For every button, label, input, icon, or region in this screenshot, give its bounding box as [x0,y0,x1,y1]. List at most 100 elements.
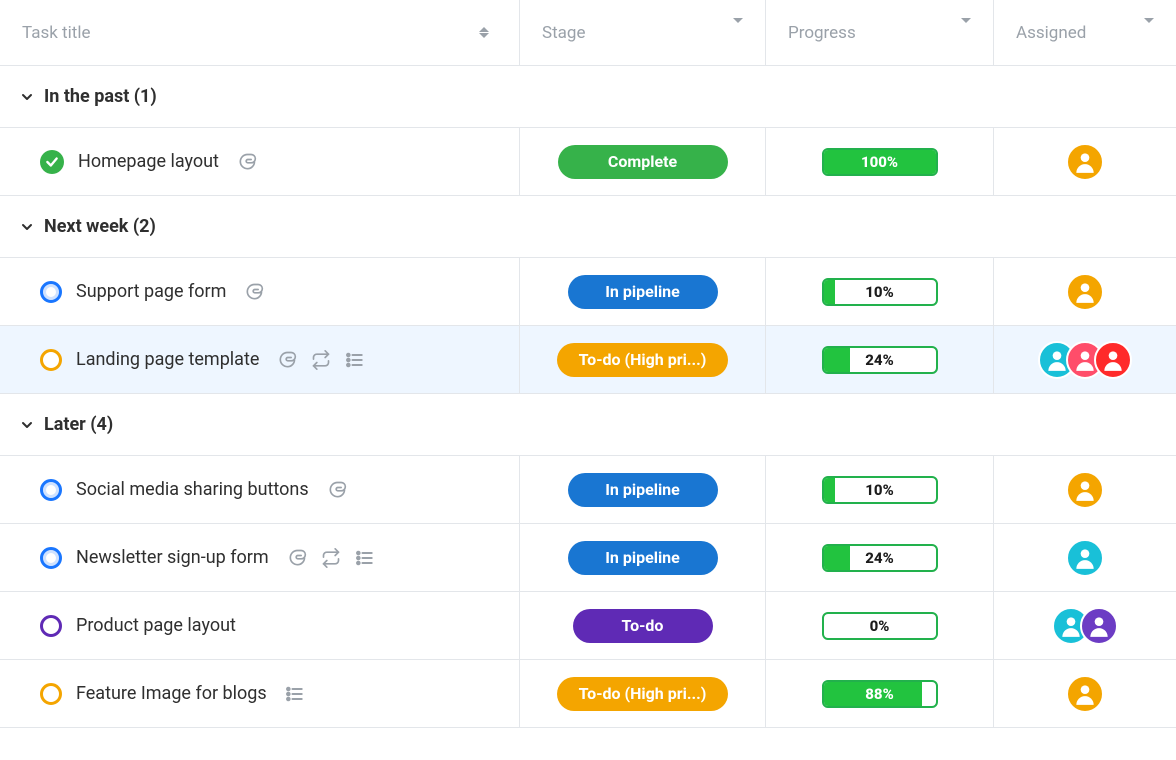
column-header-label: Progress [788,23,961,43]
progress-cell[interactable]: 88% [766,660,994,728]
progress-cell[interactable]: 24% [766,524,994,592]
status-circle[interactable] [40,615,62,637]
stage-cell[interactable]: In pipeline [520,258,766,326]
group-label: Next week (2) [44,216,156,237]
task-meta-icons [327,480,347,500]
attachment-icon[interactable] [237,152,257,172]
status-circle[interactable] [40,547,62,569]
progress-bar: 100% [822,148,938,176]
assigned-cell[interactable] [994,524,1176,592]
column-header-title[interactable]: Task title [0,0,520,66]
task-title: Newsletter sign-up form [76,547,269,568]
progress-bar: 24% [822,544,938,572]
avatar[interactable] [1066,273,1104,311]
dropdown-icon[interactable] [961,23,971,43]
avatar-group [1066,539,1104,577]
avatar[interactable] [1094,341,1132,379]
status-circle[interactable] [40,479,62,501]
recurring-icon[interactable] [321,548,341,568]
avatar[interactable] [1066,471,1104,509]
progress-value: 24% [824,348,936,372]
column-header-assigned[interactable]: Assigned [994,0,1176,66]
attachment-icon[interactable] [287,548,307,568]
avatar-group [1066,675,1104,713]
progress-cell[interactable]: 10% [766,456,994,524]
progress-value: 100% [824,150,936,174]
stage-cell[interactable]: In pipeline [520,456,766,524]
list-icon[interactable] [355,548,375,568]
progress-bar: 24% [822,346,938,374]
group-header-nextweek[interactable]: Next week (2) [0,196,1176,258]
column-header-stage[interactable]: Stage [520,0,766,66]
assigned-cell[interactable] [994,456,1176,524]
group-label: Later (4) [44,414,113,435]
task-title: Product page layout [76,615,236,636]
task-meta-icons [287,548,375,568]
avatar[interactable] [1066,675,1104,713]
dropdown-icon[interactable] [733,23,743,43]
task-title-cell[interactable]: Support page form [0,258,520,326]
group-header-later[interactable]: Later (4) [0,394,1176,456]
list-icon[interactable] [285,684,305,704]
assigned-cell[interactable] [994,592,1176,660]
assigned-cell[interactable] [994,128,1176,196]
column-header-label: Task title [22,23,479,43]
task-meta-icons [244,282,264,302]
dropdown-icon[interactable] [1144,23,1154,43]
assigned-cell[interactable] [994,326,1176,394]
stage-cell[interactable]: Complete [520,128,766,196]
attachment-icon[interactable] [244,282,264,302]
column-header-label: Assigned [1016,23,1144,43]
avatar-group [1052,607,1118,645]
task-title-cell[interactable]: Social media sharing buttons [0,456,520,524]
stage-cell[interactable]: To-do (High pri...) [520,660,766,728]
progress-value: 10% [824,478,936,502]
stage-pill[interactable]: In pipeline [568,473,718,507]
attachment-icon[interactable] [327,480,347,500]
avatar[interactable] [1080,607,1118,645]
stage-pill[interactable]: To-do (High pri...) [557,343,729,377]
avatar-group [1066,143,1104,181]
assigned-cell[interactable] [994,660,1176,728]
task-title-cell[interactable]: Feature Image for blogs [0,660,520,728]
status-circle[interactable] [40,281,62,303]
status-circle[interactable] [40,349,62,371]
stage-cell[interactable]: In pipeline [520,524,766,592]
progress-cell[interactable]: 10% [766,258,994,326]
avatar[interactable] [1066,143,1104,181]
stage-cell[interactable]: To-do [520,592,766,660]
progress-cell[interactable]: 100% [766,128,994,196]
task-meta-icons [277,350,365,370]
attachment-icon[interactable] [277,350,297,370]
recurring-icon[interactable] [311,350,331,370]
stage-pill[interactable]: In pipeline [568,541,718,575]
chevron-down-icon [16,414,38,436]
column-header-progress[interactable]: Progress [766,0,994,66]
list-icon[interactable] [345,350,365,370]
status-complete-icon[interactable] [40,150,64,174]
progress-cell[interactable]: 0% [766,592,994,660]
task-title: Homepage layout [78,151,219,172]
stage-pill[interactable]: To-do (High pri...) [557,677,729,711]
group-header-past[interactable]: In the past (1) [0,66,1176,128]
task-title-cell[interactable]: Newsletter sign-up form [0,524,520,592]
task-title-cell[interactable]: Homepage layout [0,128,520,196]
progress-value: 10% [824,280,936,304]
task-title-cell[interactable]: Product page layout [0,592,520,660]
progress-cell[interactable]: 24% [766,326,994,394]
task-title: Support page form [76,281,226,302]
sort-icon[interactable] [479,27,489,38]
progress-bar: 88% [822,680,938,708]
chevron-down-icon [16,86,38,108]
task-title-cell[interactable]: Landing page template [0,326,520,394]
avatar[interactable] [1066,539,1104,577]
assigned-cell[interactable] [994,258,1176,326]
group-label: In the past (1) [44,86,157,107]
status-circle[interactable] [40,683,62,705]
progress-bar: 0% [822,612,938,640]
stage-pill[interactable]: In pipeline [568,275,718,309]
progress-bar: 10% [822,278,938,306]
stage-pill[interactable]: Complete [558,145,728,179]
stage-cell[interactable]: To-do (High pri...) [520,326,766,394]
stage-pill[interactable]: To-do [573,609,713,643]
